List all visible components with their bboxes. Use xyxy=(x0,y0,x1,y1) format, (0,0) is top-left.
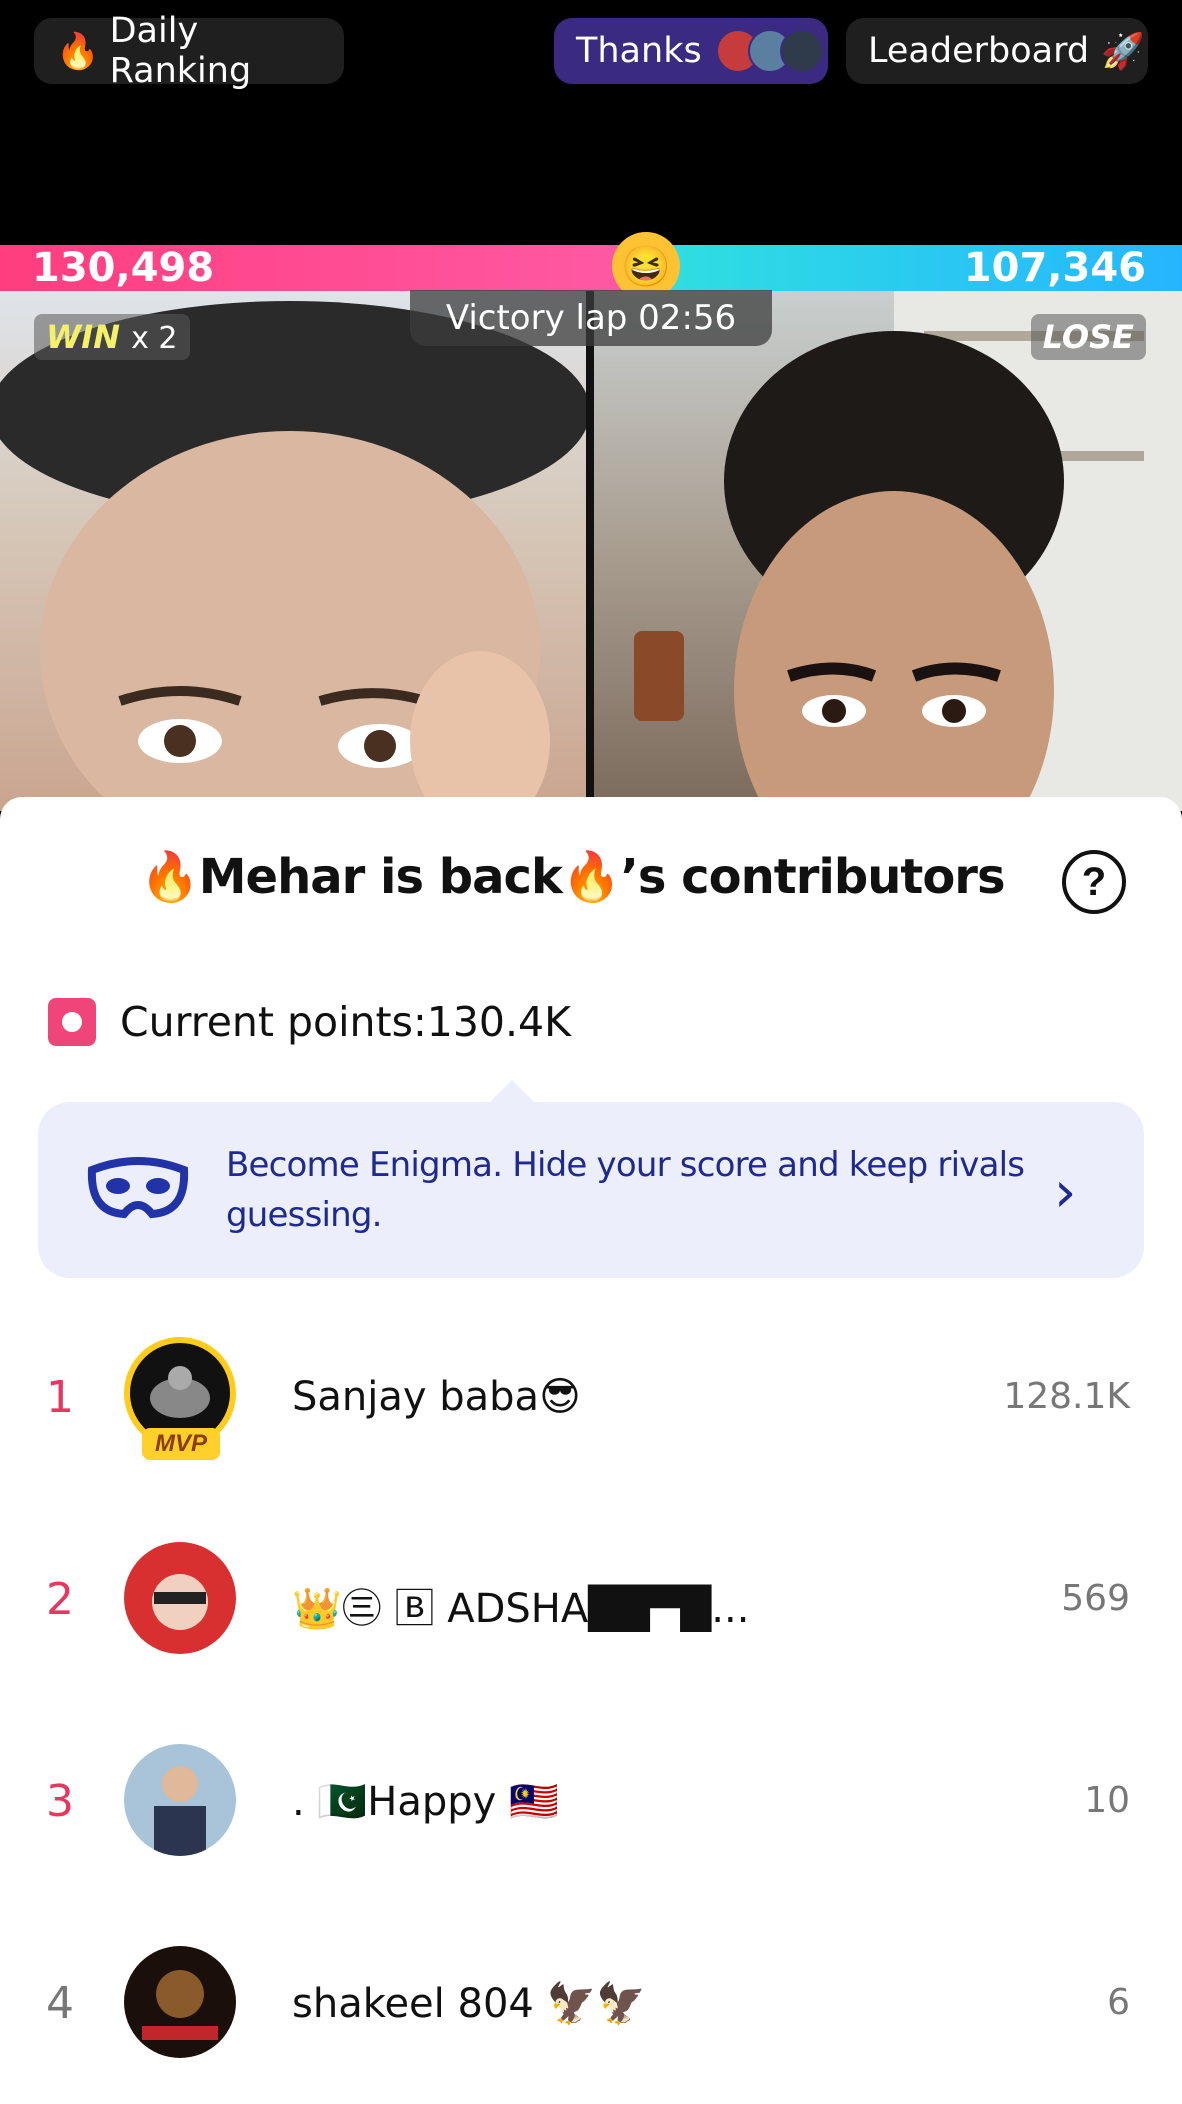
current-points: Current points:130.4K xyxy=(48,998,571,1046)
thanks-label: Thanks xyxy=(576,31,702,71)
daily-ranking-button[interactable]: 🔥 Daily Ranking xyxy=(34,11,344,91)
daily-ranking-label: Daily Ranking xyxy=(109,11,252,91)
avatar xyxy=(124,1946,236,2058)
win-label: WIN xyxy=(46,318,120,356)
rank-number: 1 xyxy=(46,1372,74,1423)
flame-icon: 🔥 xyxy=(56,31,100,72)
mask-icon xyxy=(87,1157,189,1219)
help-icon[interactable]: ? xyxy=(1062,850,1126,914)
right-host-video[interactable] xyxy=(594,291,1182,811)
gift-icon xyxy=(48,998,96,1046)
enigma-text: Become Enigma. Hide your score and keep … xyxy=(226,1145,1025,1235)
left-score: 130,498 xyxy=(32,245,215,291)
list-item[interactable]: 2 👑㊂ 🄱 ADSHA██▀█... 569 xyxy=(0,1538,1182,1688)
rank-number: 2 xyxy=(46,1574,74,1625)
thanks-button[interactable]: Thanks xyxy=(554,18,828,84)
avatar xyxy=(124,1542,236,1654)
avatar xyxy=(124,1744,236,1856)
contributor-name: Sanjay baba😎 xyxy=(292,1374,581,1420)
rank-number: 3 xyxy=(46,1776,74,1827)
victory-lap-timer: Victory lap 02:56 xyxy=(410,290,772,346)
win-badge: WIN x 2 xyxy=(34,314,190,360)
video-divider xyxy=(586,291,594,811)
list-item[interactable]: 1 Sanjay baba😎 128.1K xyxy=(0,1336,1182,1486)
mvp-badge: MVP xyxy=(142,1428,220,1460)
right-score: 107,346 xyxy=(963,245,1146,291)
contributor-name: 👑㊂ 🄱 ADSHA██▀█... xyxy=(292,1586,750,1632)
lose-badge: LOSE xyxy=(1030,314,1146,360)
win-multiplier: x 2 xyxy=(131,321,178,356)
contributor-score: 569 xyxy=(1061,1578,1130,1619)
list-item[interactable]: 4 shakeel 804 🦅🦅 6 xyxy=(0,1942,1182,2092)
right-host-face xyxy=(634,291,1182,811)
left-host-face xyxy=(0,301,586,811)
chevron-right-icon[interactable]: › xyxy=(1054,1160,1076,1225)
contributor-name: . 🇵🇰Happy 🇲🇾 xyxy=(292,1779,559,1825)
leaderboard-button[interactable]: Leaderboard 🚀 xyxy=(846,18,1148,84)
rank-number: 4 xyxy=(46,1978,74,2029)
tooltip-notch xyxy=(490,1080,534,1102)
contributor-score: 128.1K xyxy=(1003,1376,1130,1417)
avatar xyxy=(779,29,824,73)
contributor-score: 6 xyxy=(1107,1982,1130,2023)
leaderboard-label: Leaderboard xyxy=(868,31,1090,71)
contributor-name: shakeel 804 🦅🦅 xyxy=(292,1981,647,2027)
list-item[interactable]: 3 . 🇵🇰Happy 🇲🇾 10 xyxy=(0,1740,1182,1890)
panel-title: 🔥Mehar is back🔥’s contributors xyxy=(140,849,1006,905)
thanks-avatars xyxy=(715,29,824,73)
current-points-label: Current points:130.4K xyxy=(120,998,572,1046)
rocket-icon: 🚀 xyxy=(1101,31,1145,72)
left-host-video[interactable] xyxy=(0,291,586,811)
contributor-score: 10 xyxy=(1084,1780,1130,1821)
